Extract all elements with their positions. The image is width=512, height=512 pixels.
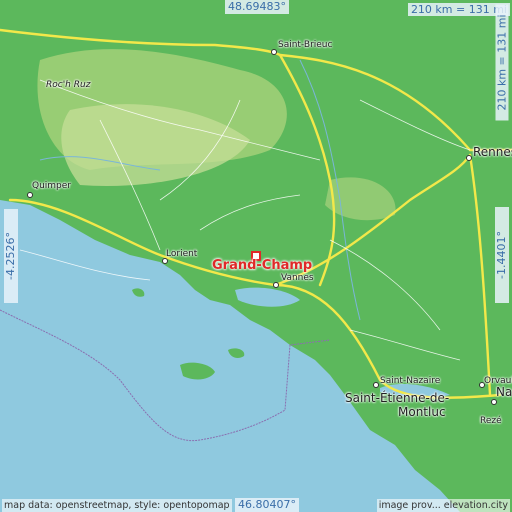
highlighted-place-label: Grand-Champ [212,258,313,273]
map-credit-left: map data: openstreetmap, style: opentopo… [2,499,232,512]
place-saint-brieuc: Saint-Brieuc [278,40,333,50]
place-reze: Rezé [480,416,502,426]
place-roch-ruz: Roc'h Ruz [46,80,91,90]
place-vannes: Vannes [281,273,314,283]
place-saint-etienne-line1: Saint-Étienne-de- [345,391,450,405]
place-lorient: Lorient [166,249,198,259]
coord-left-label: -4.2526° [4,209,18,303]
coord-top-label: 48.69483° [225,0,289,14]
map-view[interactable]: 48.69483° 46.80407° -4.2526° -1.4401° 21… [0,0,512,512]
map-credit-right: image prov... elevation.city [376,499,510,512]
scale-vertical: 210 km = 131 mi [495,4,509,121]
place-saint-nazaire: Saint-Nazaire [380,376,441,386]
coord-bottom-label: 46.80407° [235,498,299,512]
place-saint-etienne-line2: Montluc [398,405,446,419]
coord-right-label: -1.4401° [495,207,509,303]
place-nantes: Na [496,385,512,399]
place-quimper: Quimper [32,181,72,191]
place-rennes: Rennes [473,145,512,159]
